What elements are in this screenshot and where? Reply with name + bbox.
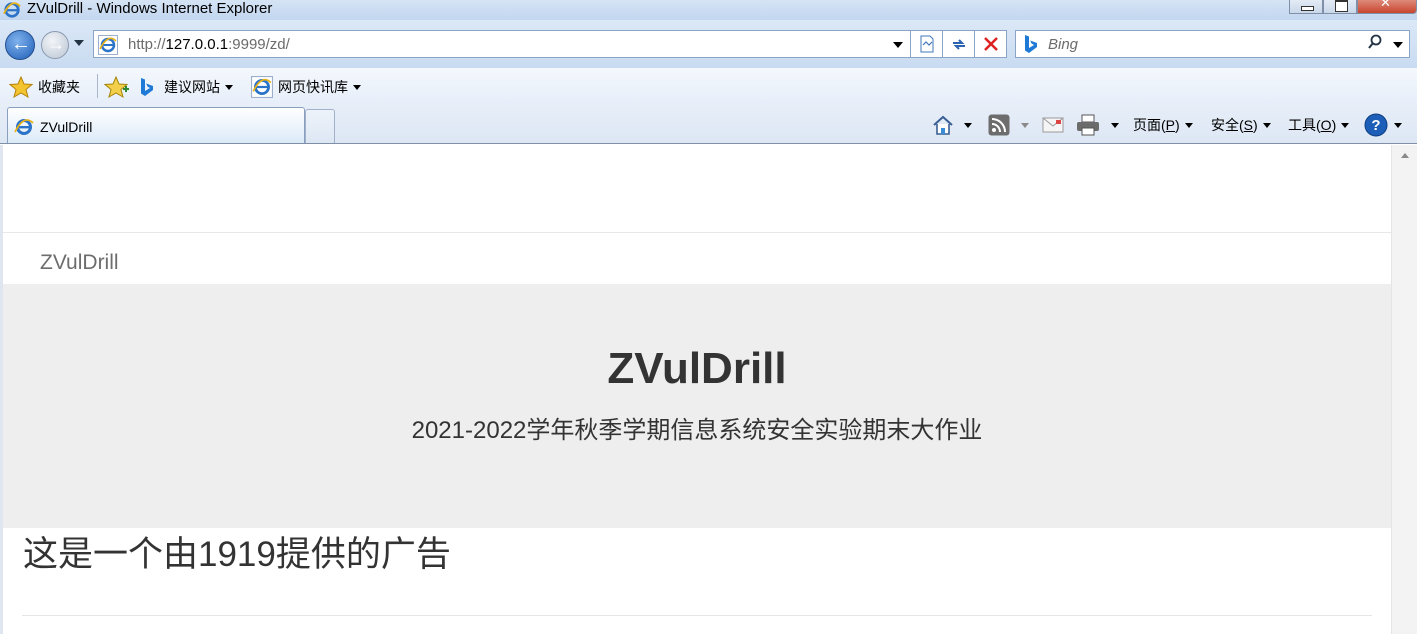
vertical-scrollbar[interactable] bbox=[1391, 145, 1417, 634]
chevron-down-icon bbox=[353, 84, 361, 90]
hero-jumbotron: ZVulDrill 2021-2022学年秋季学期信息系统安全实验期末大作业 bbox=[3, 284, 1391, 528]
tools-menu-accesskey: O bbox=[1320, 117, 1332, 133]
back-button[interactable] bbox=[5, 30, 35, 60]
compatibility-view-button[interactable] bbox=[911, 30, 943, 58]
refresh-icon bbox=[952, 39, 965, 50]
navigation-bar: http://127.0.0.1:9999/zd/ Bing bbox=[0, 20, 1417, 68]
tab-zvuldrill[interactable]: ZVulDrill bbox=[7, 107, 305, 143]
suggested-sites-button[interactable]: 建议网站 bbox=[140, 76, 233, 98]
address-dropdown-icon[interactable] bbox=[893, 42, 903, 48]
tools-menu-close: ) bbox=[1331, 117, 1337, 133]
help-icon: ? bbox=[1364, 113, 1388, 137]
search-box[interactable]: Bing bbox=[1015, 30, 1410, 58]
close-window-button[interactable] bbox=[1357, 0, 1417, 14]
chevron-down-icon bbox=[1341, 122, 1350, 128]
stop-button[interactable] bbox=[975, 30, 1007, 58]
content-divider bbox=[22, 615, 1372, 616]
favorites-separator bbox=[97, 74, 98, 98]
help-button[interactable]: ? bbox=[1364, 113, 1402, 137]
add-to-favorites-bar-button[interactable] bbox=[104, 75, 130, 99]
url-prefix: http:// bbox=[128, 36, 166, 53]
safety-menu[interactable]: 安全(S) bbox=[1211, 113, 1271, 137]
page-ie-icon bbox=[98, 35, 118, 55]
printer-icon bbox=[1077, 114, 1099, 136]
print-button[interactable] bbox=[1076, 113, 1119, 137]
chevron-down-icon bbox=[1184, 122, 1193, 128]
maximize-button[interactable] bbox=[1323, 0, 1357, 14]
page-menu-accesskey: P bbox=[1165, 117, 1176, 133]
search-options-dropdown[interactable] bbox=[1393, 42, 1403, 48]
tab-bar: ZVulDrill 页面(P) 安全(S) 工具(O) ? bbox=[0, 104, 1417, 144]
tools-menu[interactable]: 工具(O) bbox=[1288, 113, 1350, 137]
refresh-button[interactable] bbox=[943, 30, 975, 58]
favorites-star-icon bbox=[9, 76, 33, 98]
chevron-down-icon[interactable] bbox=[1021, 122, 1029, 128]
home-button[interactable] bbox=[932, 113, 972, 137]
navbar-spacer bbox=[3, 145, 1391, 233]
favorites-button[interactable]: 收藏夹 bbox=[9, 76, 80, 98]
svg-text:?: ? bbox=[1371, 117, 1380, 134]
recent-pages-dropdown[interactable] bbox=[74, 40, 84, 46]
chevron-down-icon bbox=[225, 84, 233, 90]
page-menu-label: 页面(P) bbox=[1133, 115, 1180, 135]
chevron-down-icon bbox=[1394, 122, 1402, 128]
tools-menu-text: 工具( bbox=[1288, 117, 1321, 133]
bing-suggested-icon bbox=[141, 78, 153, 96]
web-slice-ie-icon bbox=[251, 76, 273, 98]
suggested-sites-label: 建议网站 bbox=[164, 79, 220, 95]
rss-icon bbox=[988, 114, 1010, 136]
address-bar[interactable]: http://127.0.0.1:9999/zd/ bbox=[93, 30, 911, 58]
window-title: ZVulDrill - Windows Internet Explorer bbox=[27, 0, 273, 17]
new-tab-button[interactable] bbox=[305, 109, 335, 143]
ie-icon bbox=[3, 2, 21, 18]
scroll-up-icon[interactable] bbox=[1401, 153, 1409, 158]
read-mail-button[interactable] bbox=[1042, 113, 1064, 137]
safety-menu-close: ) bbox=[1253, 117, 1258, 133]
bing-logo-icon bbox=[1025, 35, 1037, 53]
compatibility-view-icon bbox=[920, 35, 933, 53]
home-icon bbox=[933, 115, 953, 135]
title-bar: ZVulDrill - Windows Internet Explorer bbox=[0, 0, 1417, 20]
chevron-down-icon[interactable] bbox=[1111, 122, 1119, 128]
page-menu[interactable]: 页面(P) bbox=[1133, 113, 1193, 137]
hero-title: ZVulDrill bbox=[607, 344, 787, 393]
ad-banner-text: 这是一个由1919提供的广告 bbox=[23, 535, 451, 574]
forward-button[interactable] bbox=[41, 31, 69, 59]
url-host: 127.0.0.1 bbox=[165, 36, 229, 53]
chevron-down-icon bbox=[1262, 122, 1271, 128]
favorites-label: 收藏夹 bbox=[38, 79, 80, 95]
safety-menu-text: 安全( bbox=[1211, 117, 1244, 133]
tab-label: ZVulDrill bbox=[40, 119, 93, 135]
url-text[interactable]: http://127.0.0.1:9999/zd/ bbox=[128, 36, 290, 53]
mail-icon bbox=[1042, 117, 1064, 133]
search-icon[interactable] bbox=[1367, 34, 1383, 52]
add-favorite-star-icon bbox=[104, 75, 129, 99]
minimize-button[interactable] bbox=[1289, 0, 1323, 14]
safety-menu-accesskey: S bbox=[1243, 117, 1254, 133]
web-slice-gallery-button[interactable]: 网页快讯库 bbox=[251, 76, 361, 98]
feeds-button[interactable] bbox=[988, 113, 1029, 137]
safety-menu-label: 安全(S) bbox=[1211, 115, 1258, 135]
page-viewport: ZVulDrill ZVulDrill 2021-2022学年秋季学期信息系统安… bbox=[3, 145, 1391, 634]
page-menu-close: ) bbox=[1175, 117, 1180, 133]
page-menu-text: 页面( bbox=[1133, 117, 1166, 133]
tab-ie-icon bbox=[14, 119, 34, 135]
url-path: :9999/zd/ bbox=[228, 36, 290, 53]
chevron-down-icon[interactable] bbox=[964, 122, 972, 128]
favorites-bar: 收藏夹 建议网站 网页快讯库 bbox=[0, 68, 1417, 104]
search-placeholder: Bing bbox=[1048, 36, 1079, 53]
tools-menu-label: 工具(O) bbox=[1288, 115, 1336, 135]
stop-icon bbox=[983, 37, 998, 51]
window-controls bbox=[1289, 0, 1417, 14]
hero-subtitle: 2021-2022学年秋季学期信息系统安全实验期末大作业 bbox=[411, 417, 983, 444]
site-brand-link[interactable]: ZVulDrill bbox=[40, 251, 119, 275]
web-slice-label: 网页快讯库 bbox=[278, 79, 348, 95]
